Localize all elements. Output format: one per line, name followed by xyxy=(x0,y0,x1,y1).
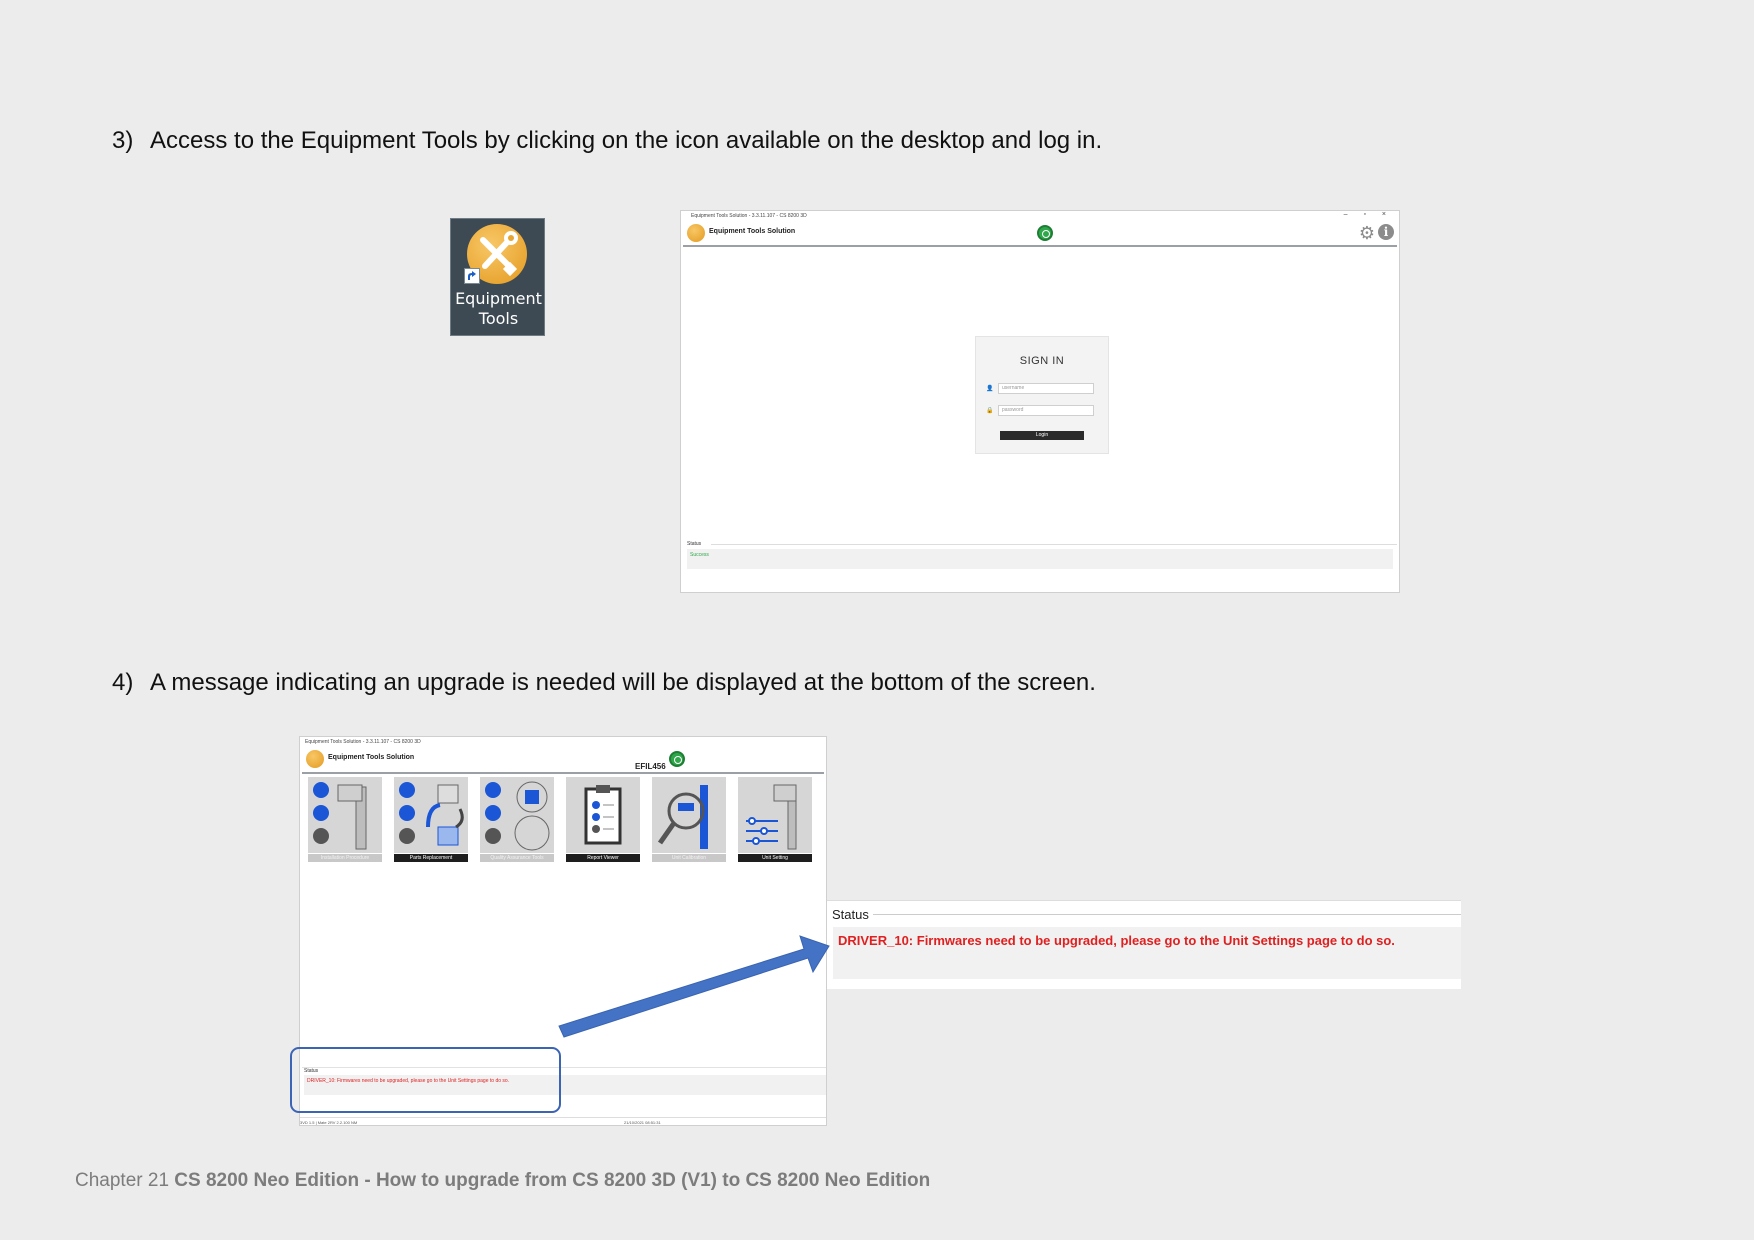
status-divider xyxy=(867,914,1461,915)
user-icon: 👤 xyxy=(986,386,994,392)
unit-setting-icon xyxy=(738,777,812,853)
label-line-1: Equipment xyxy=(455,289,542,308)
tile-label: Parts Replacement xyxy=(394,854,468,862)
status-text: Success xyxy=(690,552,709,558)
parts-replacement-icon xyxy=(394,777,468,853)
password-input[interactable]: password xyxy=(998,405,1094,416)
login-window: Equipment Tools Solution - 3.3.11.107 - … xyxy=(680,210,1400,593)
zoomed-status-panel: Status DRIVER_10: Firmwares need to be u… xyxy=(827,900,1461,989)
window-title: Equipment Tools Solution - 3.3.11.107 - … xyxy=(691,213,807,219)
step-3-instruction: 3) Access to the Equipment Tools by click… xyxy=(112,126,1102,156)
version-info: 3VD 1.5 | Mate 2RV 2.2.100 NM xyxy=(300,1120,358,1125)
tile-label: Unit Setting xyxy=(738,854,812,862)
equipment-tools-desktop-shortcut[interactable]: Equipment Tools xyxy=(450,218,545,336)
tile-label: Installation Procedure xyxy=(308,854,382,862)
status-label: Status xyxy=(687,541,702,547)
quality-assurance-icon xyxy=(480,777,554,853)
app-logo-icon xyxy=(687,224,705,242)
app-header: Equipment Tools Solution EFIL456 xyxy=(302,747,824,774)
info-icon[interactable]: i xyxy=(1378,224,1394,240)
step-text: Access to the Equipment Tools by clickin… xyxy=(150,127,1103,154)
gear-icon[interactable]: ⚙ xyxy=(1359,224,1375,242)
sign-in-title: SIGN IN xyxy=(1019,355,1065,367)
status-divider xyxy=(711,544,1397,545)
step-number: 3) xyxy=(112,127,134,154)
tile-installation-procedure[interactable]: Installation Procedure xyxy=(308,777,382,863)
installation-procedure-icon xyxy=(308,777,382,853)
callout-arrow-icon xyxy=(558,935,830,1038)
unit-calibration-icon xyxy=(652,777,726,853)
login-button[interactable]: Login xyxy=(1000,431,1084,440)
window-title: Equipment Tools Solution - 3.3.11.107 - … xyxy=(305,739,421,745)
tile-unit-setting[interactable]: Unit Setting xyxy=(738,777,812,863)
status-box: DRIVER_10: Firmwares need to be upgraded… xyxy=(833,927,1461,979)
username-input[interactable]: username xyxy=(998,383,1094,394)
chapter-number: Chapter 21 xyxy=(75,1170,170,1191)
status-label: Status xyxy=(832,907,873,922)
app-name: Equipment Tools Solution xyxy=(709,228,796,235)
app-logo-icon xyxy=(306,750,324,768)
desktop-icon-label: Equipment Tools xyxy=(451,289,546,329)
tile-label: Report Viewer xyxy=(566,854,640,862)
footer-divider xyxy=(300,1117,826,1118)
report-viewer-icon xyxy=(566,777,640,853)
tile-parts-replacement[interactable]: Parts Replacement xyxy=(394,777,468,863)
status-message: DRIVER_10: Firmwares need to be upgraded… xyxy=(838,933,1395,948)
tile-label: Quality Assurance Tools xyxy=(480,854,554,862)
status-box: Success xyxy=(687,549,1393,569)
date-time: 21/10/2021 08:51:31 xyxy=(624,1120,661,1125)
step-number: 4) xyxy=(112,669,134,696)
sign-in-panel: SIGN IN 👤 username 🔒 password Login xyxy=(975,336,1109,454)
step-text: A message indicating an upgrade is neede… xyxy=(150,669,1096,696)
tile-unit-calibration[interactable]: Unit Calibration xyxy=(652,777,726,863)
window-controls[interactable]: – ▫ × xyxy=(1344,211,1393,218)
step-4-instruction: 4) A message indicating an upgrade is nee… xyxy=(112,668,1096,698)
tile-label: Unit Calibration xyxy=(652,854,726,862)
tile-quality-assurance-tools[interactable]: Quality Assurance Tools xyxy=(480,777,554,863)
page-footer: Chapter 21 CS 8200 Neo Edition - How to … xyxy=(75,1170,930,1192)
chapter-title: CS 8200 Neo Edition - How to upgrade fro… xyxy=(174,1170,931,1191)
label-line-2: Tools xyxy=(478,309,519,328)
power-status-icon[interactable] xyxy=(669,751,685,767)
app-header: Equipment Tools Solution ⚙ i xyxy=(683,221,1397,247)
highlight-callout-box xyxy=(290,1047,561,1113)
power-status-icon[interactable] xyxy=(1037,225,1053,241)
tile-report-viewer[interactable]: Report Viewer xyxy=(566,777,640,863)
shortcut-arrow-icon xyxy=(464,268,480,284)
app-name: Equipment Tools Solution xyxy=(328,754,415,761)
unit-name: EFIL456 xyxy=(635,762,666,771)
lock-icon: 🔒 xyxy=(986,408,994,414)
